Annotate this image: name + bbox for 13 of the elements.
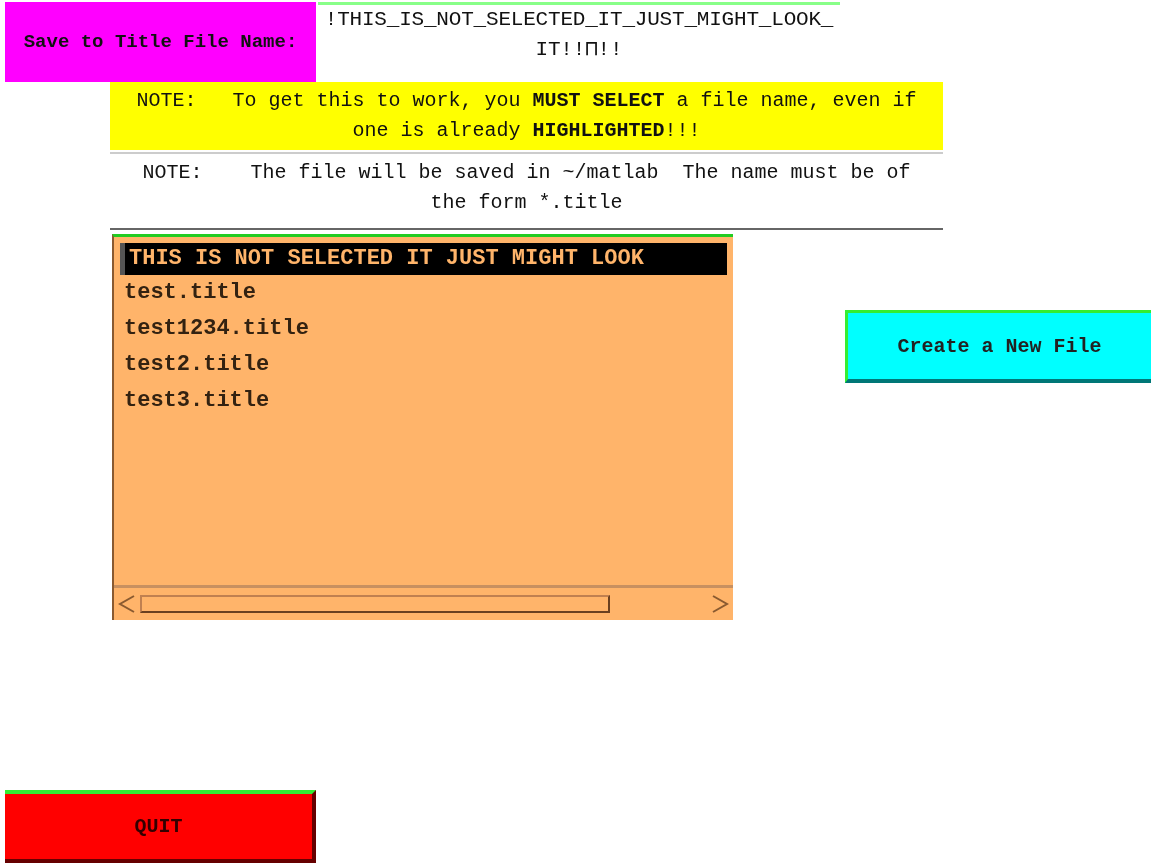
field-label: Save to Title File Name:	[5, 2, 316, 82]
note-text: NOTE: The file will be saved in ~/matlab The name must be of the form *.title	[110, 152, 943, 230]
file-list-item[interactable]: test1234.title	[120, 311, 313, 347]
scroll-left-icon[interactable]	[118, 594, 136, 614]
file-list-item[interactable]: test2.title	[120, 347, 274, 383]
file-list-item[interactable]: test.title	[120, 275, 261, 311]
scroll-right-icon[interactable]	[711, 594, 729, 614]
file-list-item[interactable]: test3.title	[120, 383, 274, 419]
scrollbar-thumb[interactable]	[140, 595, 610, 613]
quit-button[interactable]: QUIT	[5, 790, 316, 863]
file-list-item[interactable]: THIS IS NOT SELECTED IT JUST MIGHT LOOK	[120, 243, 727, 275]
create-file-button[interactable]: Create a New File	[845, 310, 1151, 383]
note-text: NOTE: To get this to work, you MUST SELECT a file name, even if one is already HIGHLIGHTED!!!	[110, 82, 943, 150]
